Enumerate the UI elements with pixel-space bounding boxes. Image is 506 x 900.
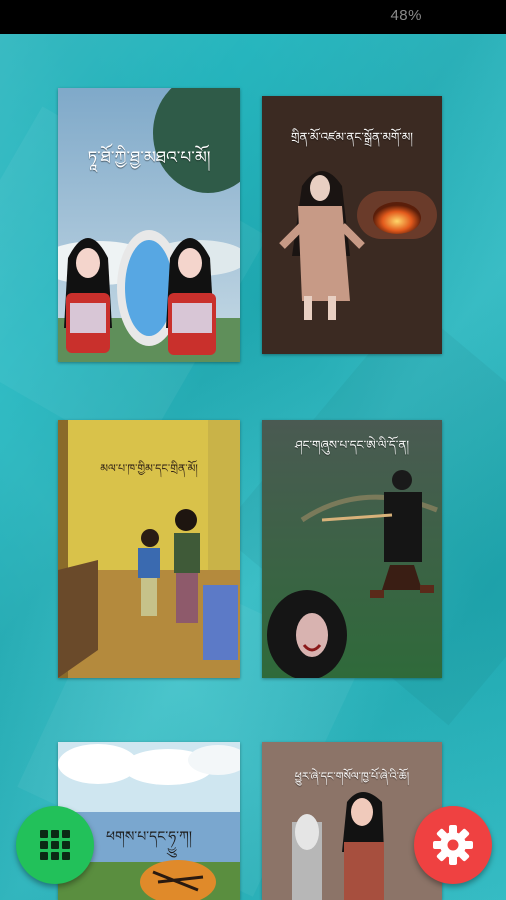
book-title: གྲིན་མོ་འཛམ་ནང་སྒྲོན་མགོ་མ། xyxy=(291,130,413,144)
gear-icon xyxy=(433,825,473,865)
book-card-1[interactable]: ཏཱ་ཐོ་ཀྱི་ཐྱ་མཐའ་པ་མོ། xyxy=(58,88,240,362)
grid-view-button[interactable] xyxy=(16,806,94,884)
book-title: ཕྱུར་ཞེ་དང་གསོལ་ཁྱ་པོ་ཞེ་འི་ཆོ། xyxy=(294,770,410,783)
grid-icon xyxy=(40,830,70,860)
book-title: ཏཱ་ཐོ་ཀྱི་ཐྱ་མཐའ་པ་མོ། xyxy=(87,148,211,168)
book-title: ཤང་གཞུས་པ་དང་ཨེ་ལི་དོ་ན། xyxy=(294,438,409,452)
book-card-4[interactable]: ཤང་གཞུས་པ་དང་ཨེ་ལི་དོ་ན། xyxy=(262,420,442,678)
book-card-2[interactable]: གྲིན་མོ་འཛམ་ནང་སྒྲོན་མགོ་མ། xyxy=(262,96,442,354)
battery-percentage: 48% xyxy=(390,7,422,24)
book-card-3[interactable]: མལ་པ་ཁ་གྱིམ་དང་གྲིན་མོ། xyxy=(58,420,240,678)
book-cover-illustration xyxy=(58,88,240,362)
settings-button[interactable] xyxy=(414,806,492,884)
status-bar: 48% xyxy=(0,0,506,34)
book-title: མལ་པ་ཁ་གྱིམ་དང་གྲིན་མོ། xyxy=(100,462,198,475)
